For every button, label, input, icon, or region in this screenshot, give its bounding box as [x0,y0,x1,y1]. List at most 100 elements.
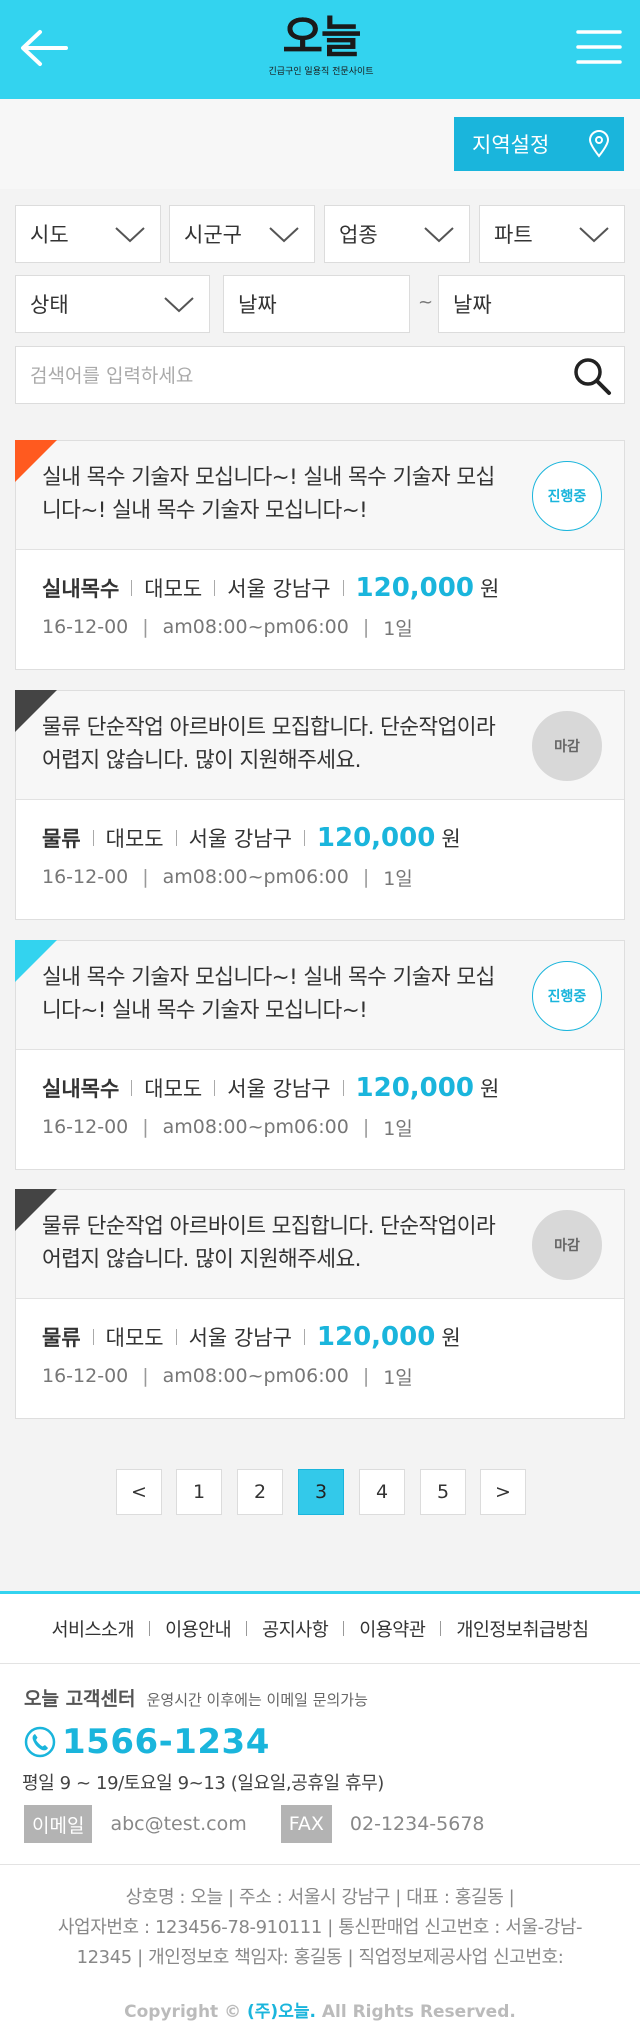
job-place: 대모도 [105,1326,164,1350]
job-wage: 120,000 [355,573,474,603]
job-schedule: 16-12-00 | am08:00~pm06:00 | 1일 [42,1362,413,1390]
job-duration: 1일 [383,1117,413,1140]
contact-row: 이메일 abc@test.com FAX 02-1234-5678 [24,1805,519,1843]
job-duration: 1일 [383,1366,413,1389]
divider: | [362,1365,370,1387]
sigungu-select[interactable]: 시군구 [169,205,315,263]
divider [440,1621,442,1636]
status-select[interactable]: 상태 [15,275,210,333]
fax-label: FAX [280,1805,332,1843]
divider [343,1621,345,1636]
page-button[interactable]: 5 [420,1469,466,1515]
part-select[interactable]: 파트 [479,205,625,263]
job-title: 물류 단순작업 아르바이트 모집합니다. 단순작업이라 어렵지 않습니다. 많이… [42,715,496,773]
filter-panel: 시도 시군구 업종 파트 상태 날짜 ~ 날짜 [0,189,640,430]
chevron-down-icon [115,227,145,243]
page-button[interactable]: 4 [359,1469,405,1515]
email-value[interactable]: abc@test.com [110,1813,246,1835]
job-date: 16-12-00 [42,616,129,638]
fax-value: 02-1234-5678 [349,1813,485,1835]
divider: | [362,866,370,888]
company-info-line: 12345 | 개인정보호 책임자: 홍길동 | 직업정보제공사업 신고번호: [76,1947,564,1968]
search-button[interactable] [572,356,612,396]
footer-link-guide[interactable]: 이용안내 [165,1616,232,1642]
page-button[interactable]: 2 [237,1469,283,1515]
footer-link-notice[interactable]: 공지사항 [262,1616,329,1642]
page-button[interactable]: 1 [176,1469,222,1515]
next-page-button[interactable]: > [480,1469,526,1515]
date-to-value: 날짜 [453,293,492,317]
divider: | [142,1365,149,1387]
date-from-field[interactable]: 날짜 [223,275,410,333]
company-info-line: 사업자번호 : 123456-78-910111 | 통신판매업 신고번호 : … [57,1917,583,1938]
job-meta: 물류 대모도 서울 강남구 120,000 원 [42,821,461,855]
date-to-field[interactable]: 날짜 [438,275,625,333]
divider [303,830,305,846]
job-title: 실내 목수 기술자 모십니다~! 실내 목수 기술자 모십니다~! 실내 목수 … [42,465,495,523]
job-place: 대모도 [105,827,164,851]
job-card[interactable]: 물류 단순작업 아르바이트 모집합니다. 단순작업이라 어렵지 않습니다. 많이… [15,1189,625,1419]
job-meta: 물류 대모도 서울 강남구 120,000 원 [42,1320,461,1354]
job-title: 실내 목수 기술자 모십니다~! 실내 목수 기술자 모십니다~! 실내 목수 … [42,965,495,1023]
status-badge: 진행중 [532,961,602,1031]
job-card[interactable]: 물류 단순작업 아르바이트 모집합니다. 단순작업이라 어렵지 않습니다. 많이… [15,690,625,920]
menu-button[interactable] [576,28,622,66]
job-date: 16-12-00 [42,1365,129,1387]
divider [92,1329,94,1345]
region-settings-label: 지역설정 [472,133,550,157]
job-place: 대모도 [144,1077,203,1101]
job-time: am08:00~pm06:00 [162,1365,349,1387]
job-date: 16-12-00 [42,866,129,888]
job-schedule: 16-12-00 | am08:00~pm06:00 | 1일 [42,863,413,891]
pagination: < 1 2 3 4 5 > [0,1469,640,1515]
job-wage-unit: 원 [479,1077,500,1101]
job-category: 실내목수 [42,577,120,601]
sido-select[interactable]: 시도 [15,205,161,263]
divider [246,1621,248,1636]
part-select-value: 파트 [494,223,533,247]
chevron-down-icon [269,227,299,243]
footer-link-service[interactable]: 서비스소개 [51,1616,134,1642]
phone-number: 1566-1234 [62,1722,270,1762]
back-button[interactable] [18,28,70,68]
job-time: am08:00~pm06:00 [162,616,349,638]
date-from-value: 날짜 [238,293,277,317]
divider [149,1621,151,1636]
cs-phone[interactable]: 1566-1234 [24,1722,270,1762]
page-button-current[interactable]: 3 [298,1469,344,1515]
job-location: 서울 강남구 [188,1326,292,1350]
job-place: 대모도 [144,577,203,601]
copyright: Copyright © (주)오늘. All Rights Reserved. [0,1997,640,2022]
divider [131,580,133,596]
phone-icon [24,1726,56,1758]
search-bar [15,346,625,404]
logo[interactable]: 오늘 긴급구인 일용직 전문사이트 [265,10,377,88]
footer-link-privacy[interactable]: 개인정보취급방침 [456,1616,589,1642]
divider [175,1329,177,1345]
copyright-prefix: Copyright © [124,2002,242,2022]
footer-nav: 서비스소개 이용안내 공지사항 이용약관 개인정보취급방침 [0,1594,640,1664]
status-select-value: 상태 [30,293,69,317]
job-card[interactable]: 실내 목수 기술자 모십니다~! 실내 목수 기술자 모십니다~! 실내 목수 … [15,940,625,1170]
job-category: 실내목수 [42,1077,120,1101]
industry-select[interactable]: 업종 [324,205,470,263]
cs-hours: 평일 9 ~ 19/토요일 9~13 (일요일,공휴일 휴무) [22,1773,384,1794]
job-card[interactable]: 실내 목수 기술자 모십니다~! 실내 목수 기술자 모십니다~! 실내 목수 … [15,440,625,670]
divider: | [362,616,370,638]
status-badge: 마감 [532,1210,602,1280]
copyright-company: (주)오늘. [247,2002,316,2022]
region-bar: 지역설정 [0,99,640,189]
footer: 서비스소개 이용안내 공지사항 이용약관 개인정보취급방침 오늘 고객센터 운영… [0,1591,640,2040]
back-arrow-icon [21,30,68,66]
region-settings-button[interactable]: 지역설정 [454,117,624,171]
cs-title: 오늘 고객센터 [24,1688,136,1710]
cs-note: 운영시간 이후에는 이메일 문의가능 [146,1691,368,1709]
footer-link-terms[interactable]: 이용약관 [359,1616,426,1642]
job-wage-unit: 원 [441,1326,461,1350]
search-input[interactable] [30,361,550,391]
prev-page-button[interactable]: < [116,1469,162,1515]
job-time: am08:00~pm06:00 [162,1116,349,1138]
job-duration: 1일 [383,867,413,890]
chevron-down-icon [424,227,454,243]
chevron-down-icon [164,297,194,313]
